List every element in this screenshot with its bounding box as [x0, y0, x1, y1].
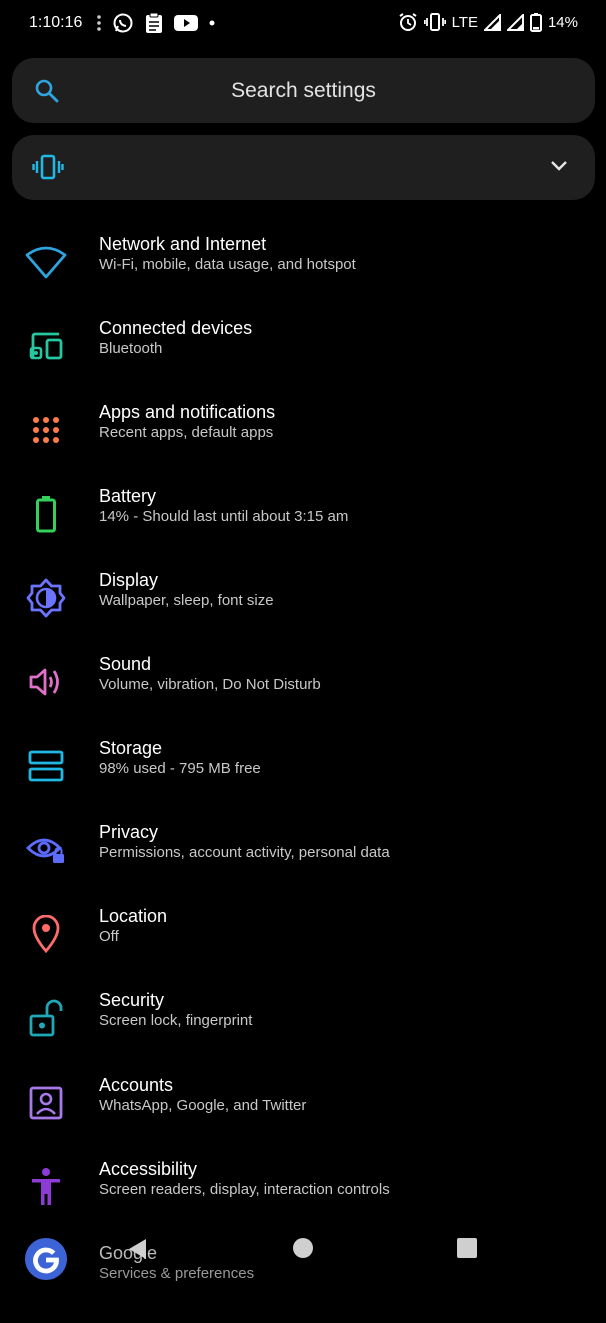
- setting-accounts[interactable]: Accounts WhatsApp, Google, and Twitter: [0, 1075, 606, 1155]
- status-bar: 1:10:16 LTE 14%: [0, 0, 606, 46]
- accessibility-icon: [32, 1168, 60, 1205]
- signal-icon-2: [506, 13, 524, 31]
- youtube-icon: [174, 15, 198, 31]
- status-time: 1:10:16: [29, 14, 83, 31]
- setting-subtitle: 14% - Should last until about 3:15 am: [99, 508, 349, 525]
- setting-title: Accessibility: [99, 1159, 198, 1179]
- setting-title: Display: [99, 570, 159, 590]
- setting-battery[interactable]: Battery 14% - Should last until about 3:…: [0, 486, 606, 566]
- dot-icon: [209, 20, 215, 26]
- home-icon[interactable]: [293, 1238, 313, 1258]
- speaker-icon: [29, 668, 59, 696]
- setting-subtitle: Wallpaper, sleep, font size: [99, 592, 274, 609]
- clipboard-icon: [146, 12, 162, 33]
- setting-subtitle: Recent apps, default apps: [99, 424, 274, 441]
- recents-icon[interactable]: [457, 1238, 477, 1258]
- vibrate-icon: [423, 13, 446, 31]
- account-box-icon: [29, 1086, 63, 1120]
- setting-subtitle: WhatsApp, Google, and Twitter: [99, 1097, 307, 1114]
- navigation-bar: [0, 1225, 606, 1280]
- setting-display[interactable]: Display Wallpaper, sleep, font size: [0, 570, 606, 650]
- setting-connected-devices[interactable]: Connected devices Bluetooth: [0, 318, 606, 398]
- wifi-icon: [25, 246, 67, 279]
- battery-status-icon: [529, 12, 542, 32]
- storage-icon: [28, 750, 64, 782]
- whatsapp-icon: [113, 13, 133, 33]
- battery-icon: [36, 496, 56, 533]
- setting-location[interactable]: Location Off: [0, 906, 606, 986]
- setting-subtitle: Off: [99, 928, 119, 945]
- sound-mode-card[interactable]: [12, 135, 595, 200]
- unlock-icon: [29, 999, 63, 1037]
- apps-grid-icon: [33, 417, 59, 443]
- vibrate-mode-icon: [32, 154, 64, 180]
- setting-title: Security: [99, 990, 165, 1010]
- setting-title: Network and Internet: [99, 234, 267, 254]
- setting-title: Location: [99, 906, 168, 926]
- setting-privacy[interactable]: Privacy Permissions, account activity, p…: [0, 822, 606, 902]
- setting-subtitle: Bluetooth: [99, 340, 163, 357]
- setting-subtitle: Screen lock, fingerprint: [99, 1012, 253, 1029]
- setting-subtitle: Screen readers, display, interaction con…: [99, 1181, 390, 1198]
- alarm-icon: [399, 13, 417, 31]
- setting-security[interactable]: Security Screen lock, fingerprint: [0, 990, 606, 1070]
- setting-title: Apps and notifications: [99, 402, 276, 422]
- setting-title: Privacy: [99, 822, 159, 842]
- battery-percent: 14%: [547, 13, 578, 31]
- overflow-dots-icon: [97, 15, 101, 31]
- devices-icon: [29, 332, 63, 360]
- setting-subtitle: Wi-Fi, mobile, data usage, and hotspot: [99, 256, 356, 273]
- setting-title: Connected devices: [99, 318, 253, 338]
- brightness-icon: [26, 578, 66, 618]
- location-pin-icon: [32, 915, 60, 953]
- search-placeholder: Search settings: [231, 79, 376, 102]
- setting-title: Sound: [99, 654, 152, 674]
- setting-storage[interactable]: Storage 98% used - 795 MB free: [0, 738, 606, 818]
- network-type-label: LTE: [451, 13, 478, 31]
- search-bar[interactable]: Search settings: [12, 58, 595, 123]
- chevron-down-icon[interactable]: [549, 159, 569, 173]
- setting-subtitle: Volume, vibration, Do Not Disturb: [99, 676, 321, 693]
- back-icon[interactable]: [126, 1237, 148, 1261]
- setting-sound[interactable]: Sound Volume, vibration, Do Not Disturb: [0, 654, 606, 734]
- signal-icon: [483, 13, 501, 31]
- notification-icons: [96, 12, 216, 34]
- setting-subtitle: 98% used - 795 MB free: [99, 760, 261, 777]
- setting-title: Accounts: [99, 1075, 174, 1095]
- status-right: LTE 14%: [398, 12, 578, 32]
- setting-apps[interactable]: Apps and notifications Recent apps, defa…: [0, 402, 606, 482]
- setting-network[interactable]: Network and Internet Wi-Fi, mobile, data…: [0, 234, 606, 314]
- setting-title: Storage: [99, 738, 163, 758]
- eye-lock-icon: [26, 838, 64, 863]
- setting-title: Battery: [99, 486, 157, 506]
- setting-subtitle: Permissions, account activity, personal …: [99, 844, 390, 861]
